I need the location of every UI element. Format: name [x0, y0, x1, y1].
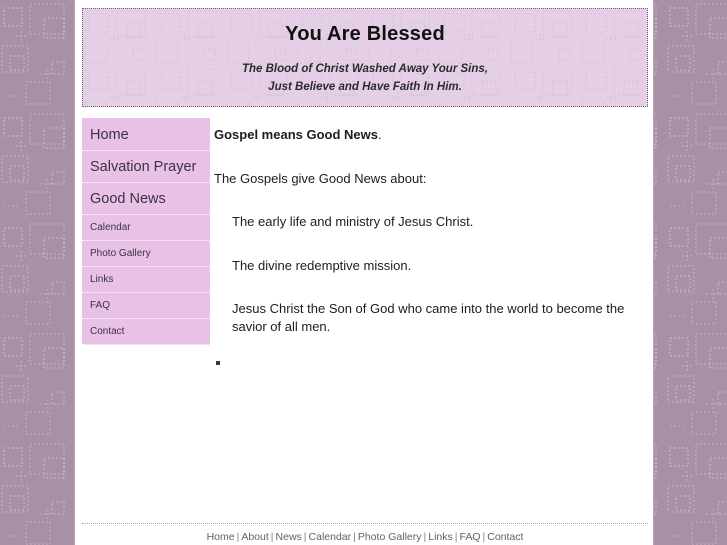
- sidebar-item-faq[interactable]: FAQ: [82, 293, 210, 319]
- site-header-banner: You Are Blessed The Blood of Christ Wash…: [82, 8, 648, 107]
- sidebar-item-home[interactable]: Home: [82, 119, 210, 151]
- footer-divider: [82, 523, 648, 524]
- footer-link-contact[interactable]: Contact: [487, 531, 523, 543]
- tagline-line-2: Just Believe and Have Faith In Him.: [268, 80, 462, 93]
- lead-period: .: [378, 127, 382, 142]
- footer-link-photo-gallery[interactable]: Photo Gallery: [358, 531, 422, 543]
- square-bullet-icon: [216, 361, 220, 366]
- lead-bold-text: Gospel means Good News: [214, 127, 378, 142]
- sidebar-item-links[interactable]: Links: [82, 267, 210, 293]
- sidebar-item-photo-gallery[interactable]: Photo Gallery: [82, 241, 210, 267]
- tagline-line-1: The Blood of Christ Washed Away Your Sin…: [241, 63, 488, 75]
- banner-text-block: You Are Blessed The Blood of Christ Wash…: [83, 9, 647, 97]
- page-container: You Are Blessed The Blood of Christ Wash…: [74, 0, 654, 545]
- page-title: You Are Blessed: [285, 23, 445, 45]
- footer-link-calendar[interactable]: Calendar: [309, 531, 352, 543]
- footer-link-about[interactable]: About: [241, 531, 268, 543]
- gospel-point-3: Jesus Christ the Son of God who came int…: [232, 301, 625, 334]
- gospel-point-1: The early life and ministry of Jesus Chr…: [232, 214, 474, 230]
- footer-navigation: Home | About | News | Calendar | Photo Gallery | L…: [82, 531, 648, 543]
- sidebar-item-calendar[interactable]: Calendar: [82, 215, 210, 241]
- intro-paragraph: The Gospels give Good News about:: [214, 170, 427, 186]
- main-content: Gospel means Good News. The Gospels give…: [214, 126, 634, 366]
- footer-separator: |: [353, 531, 356, 543]
- footer-link-home[interactable]: Home: [207, 531, 235, 543]
- gospel-point-2: The divine redemptive mission.: [232, 257, 412, 273]
- footer-separator: |: [270, 531, 274, 543]
- sidebar-item-contact[interactable]: Contact: [82, 319, 210, 345]
- sidebar-navigation: Home Salvation Prayer Good News Calendar…: [82, 118, 210, 345]
- sidebar-item-good-news[interactable]: Good News: [82, 183, 210, 215]
- footer-link-links[interactable]: Links: [428, 531, 453, 543]
- sidebar-item-salvation-prayer[interactable]: Salvation Prayer: [82, 151, 210, 183]
- lead-paragraph: Gospel means Good News.: [214, 126, 634, 144]
- footer-link-faq[interactable]: FAQ: [459, 531, 480, 543]
- footer-link-news[interactable]: News: [276, 531, 302, 543]
- footer-separator: |: [303, 531, 307, 543]
